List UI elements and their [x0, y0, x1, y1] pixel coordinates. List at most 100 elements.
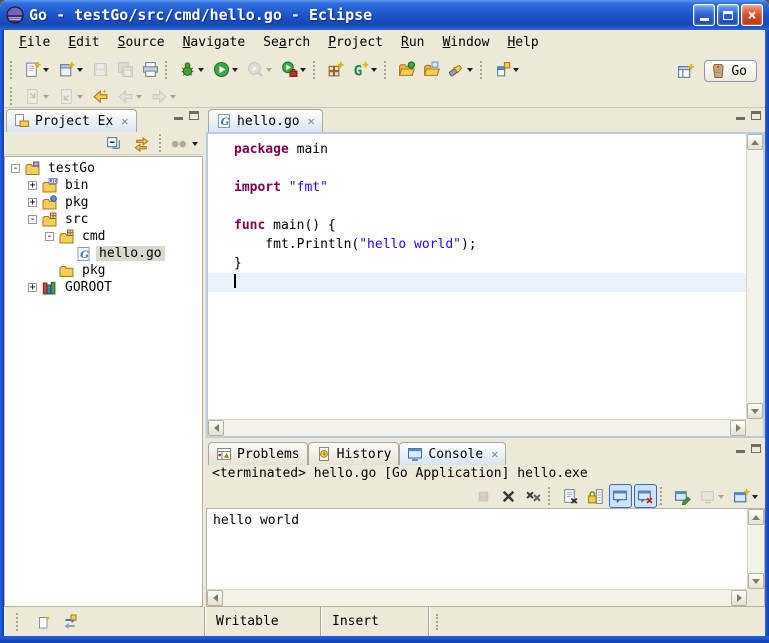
- show-stderr-button[interactable]: [634, 484, 657, 508]
- new-go-package-button[interactable]: [324, 58, 347, 82]
- menu-window[interactable]: Window: [433, 33, 498, 52]
- menu-help[interactable]: Help: [498, 33, 547, 52]
- code-line-4[interactable]: [208, 197, 746, 216]
- search-button[interactable]: [445, 58, 477, 82]
- code-line-3[interactable]: import "fmt": [208, 178, 746, 197]
- open-console-button[interactable]: [730, 484, 762, 508]
- scroll-up-button[interactable]: [747, 134, 763, 150]
- tree-item-cmd[interactable]: -cmd: [5, 228, 202, 245]
- new-project-dropdown[interactable]: [75, 63, 84, 77]
- go-tools-button[interactable]: [491, 58, 523, 82]
- console-vertical-scrollbar[interactable]: [747, 509, 764, 589]
- external-tools-button[interactable]: [278, 58, 310, 82]
- code-area[interactable]: package main import "fmt" func main() { fm…: [208, 134, 746, 419]
- remove-all-terminated-button[interactable]: [522, 484, 545, 508]
- pe-maximize-icon[interactable]: [189, 111, 199, 120]
- scroll-right-button[interactable]: [730, 420, 746, 436]
- scroll-left-button[interactable]: [207, 590, 223, 606]
- menu-source[interactable]: Source: [109, 33, 174, 52]
- tree-item-testgo[interactable]: -testGo: [5, 160, 202, 177]
- code-line-6[interactable]: fmt.Println("hello world");: [208, 235, 746, 254]
- open-perspective-button[interactable]: [674, 59, 697, 83]
- show-stdout-button[interactable]: [609, 484, 632, 508]
- editor-minimize-icon[interactable]: [736, 117, 745, 120]
- menu-run[interactable]: Run: [392, 33, 433, 52]
- build-toggle-icon[interactable]: [62, 614, 78, 630]
- tree-item-hello-go[interactable]: Ghello.go: [5, 245, 202, 262]
- new-project-button[interactable]: [55, 58, 87, 82]
- tree-item-pkg[interactable]: pkg: [5, 262, 202, 279]
- minimize-button[interactable]: [693, 4, 715, 26]
- editor-maximize-icon[interactable]: [751, 111, 761, 120]
- scroll-down-button[interactable]: [748, 573, 764, 589]
- export-button[interactable]: [420, 58, 443, 82]
- tree-item-src[interactable]: -src: [5, 211, 202, 228]
- close-button[interactable]: ×: [741, 4, 763, 26]
- editor-tab-close-icon[interactable]: ✕: [308, 114, 315, 128]
- go-tools-dropdown[interactable]: [511, 63, 520, 77]
- tree-item-bin[interactable]: +010bin: [5, 177, 202, 194]
- console-output[interactable]: hello world: [207, 509, 747, 589]
- scroll-left-button[interactable]: [208, 420, 224, 436]
- debug-button[interactable]: [176, 58, 208, 82]
- project-explorer-close-icon[interactable]: ✕: [121, 114, 128, 128]
- remove-launch-button[interactable]: [497, 484, 520, 508]
- project-explorer-tree[interactable]: -testGo+010bin+pkg-src-cmdGhello.gopkg+G…: [4, 156, 203, 607]
- project-explorer-tab[interactable]: Project Ex ✕: [6, 109, 137, 132]
- clear-console-button[interactable]: [559, 484, 582, 508]
- import-button[interactable]: [395, 58, 418, 82]
- expand-toggle[interactable]: +: [28, 283, 37, 292]
- code-line-1[interactable]: package main: [208, 140, 746, 159]
- collapse-toggle[interactable]: -: [28, 215, 37, 224]
- console-minimize-icon[interactable]: [736, 450, 745, 453]
- console-maximize-icon[interactable]: [751, 444, 761, 453]
- scroll-up-button[interactable]: [748, 509, 764, 525]
- menu-navigate[interactable]: Navigate: [174, 33, 255, 52]
- tree-item-goroot[interactable]: +GOROOT: [5, 279, 202, 296]
- editor-tab-hello-go[interactable]: G hello.go ✕: [208, 109, 323, 132]
- menu-search[interactable]: Search: [254, 33, 319, 52]
- code-line-5[interactable]: func main() {: [208, 216, 746, 235]
- view-menu-button[interactable]: [190, 136, 199, 150]
- link-with-editor-button[interactable]: [130, 131, 153, 155]
- perspective-go-button[interactable]: Go: [704, 60, 757, 82]
- open-console-dropdown[interactable]: [750, 489, 759, 503]
- tab-problems[interactable]: Problems: [208, 442, 308, 465]
- search-dropdown[interactable]: [465, 63, 474, 77]
- tree-item-pkg[interactable]: +pkg: [5, 194, 202, 211]
- code-line-2[interactable]: [208, 159, 746, 178]
- run-dropdown[interactable]: [230, 63, 239, 77]
- print-button[interactable]: [139, 58, 162, 82]
- new-dropdown[interactable]: [41, 63, 50, 77]
- tab-console[interactable]: Console✕: [399, 442, 506, 465]
- menu-file[interactable]: File: [10, 33, 59, 52]
- collapse-toggle[interactable]: -: [11, 164, 20, 173]
- code-line-7[interactable]: }: [208, 254, 746, 273]
- pin-console-button[interactable]: [671, 484, 694, 508]
- expand-toggle[interactable]: +: [28, 181, 37, 190]
- editor-horizontal-scrollbar[interactable]: [208, 419, 746, 436]
- debug-dropdown[interactable]: [196, 63, 205, 77]
- last-edit-location-button[interactable]: [89, 84, 112, 108]
- wizard-shortcut-icon[interactable]: [36, 614, 52, 630]
- console-horizontal-scrollbar[interactable]: [207, 589, 747, 606]
- scroll-down-button[interactable]: [747, 403, 763, 419]
- menu-project[interactable]: Project: [319, 33, 392, 52]
- scroll-lock-button[interactable]: [584, 484, 607, 508]
- expand-toggle[interactable]: +: [28, 198, 37, 207]
- maximize-button[interactable]: [717, 4, 739, 26]
- pe-minimize-icon[interactable]: [174, 117, 183, 120]
- scroll-right-button[interactable]: [731, 590, 747, 606]
- collapse-all-button[interactable]: [102, 131, 125, 155]
- external-tools-dropdown[interactable]: [298, 63, 307, 77]
- new-go-type-button[interactable]: G: [349, 58, 381, 82]
- run-button[interactable]: [210, 58, 242, 82]
- collapse-toggle[interactable]: -: [45, 232, 54, 241]
- menu-edit[interactable]: Edit: [59, 33, 108, 52]
- editor-vertical-scrollbar[interactable]: [746, 134, 763, 419]
- new-go-type-dropdown[interactable]: [369, 63, 378, 77]
- tab-history[interactable]: History: [308, 442, 400, 465]
- new-button[interactable]: [21, 58, 53, 82]
- tab-close-icon[interactable]: ✕: [491, 447, 498, 461]
- titlebar[interactable]: Go - testGo/src/cmd/hello.go - Eclipse ×: [0, 0, 769, 30]
